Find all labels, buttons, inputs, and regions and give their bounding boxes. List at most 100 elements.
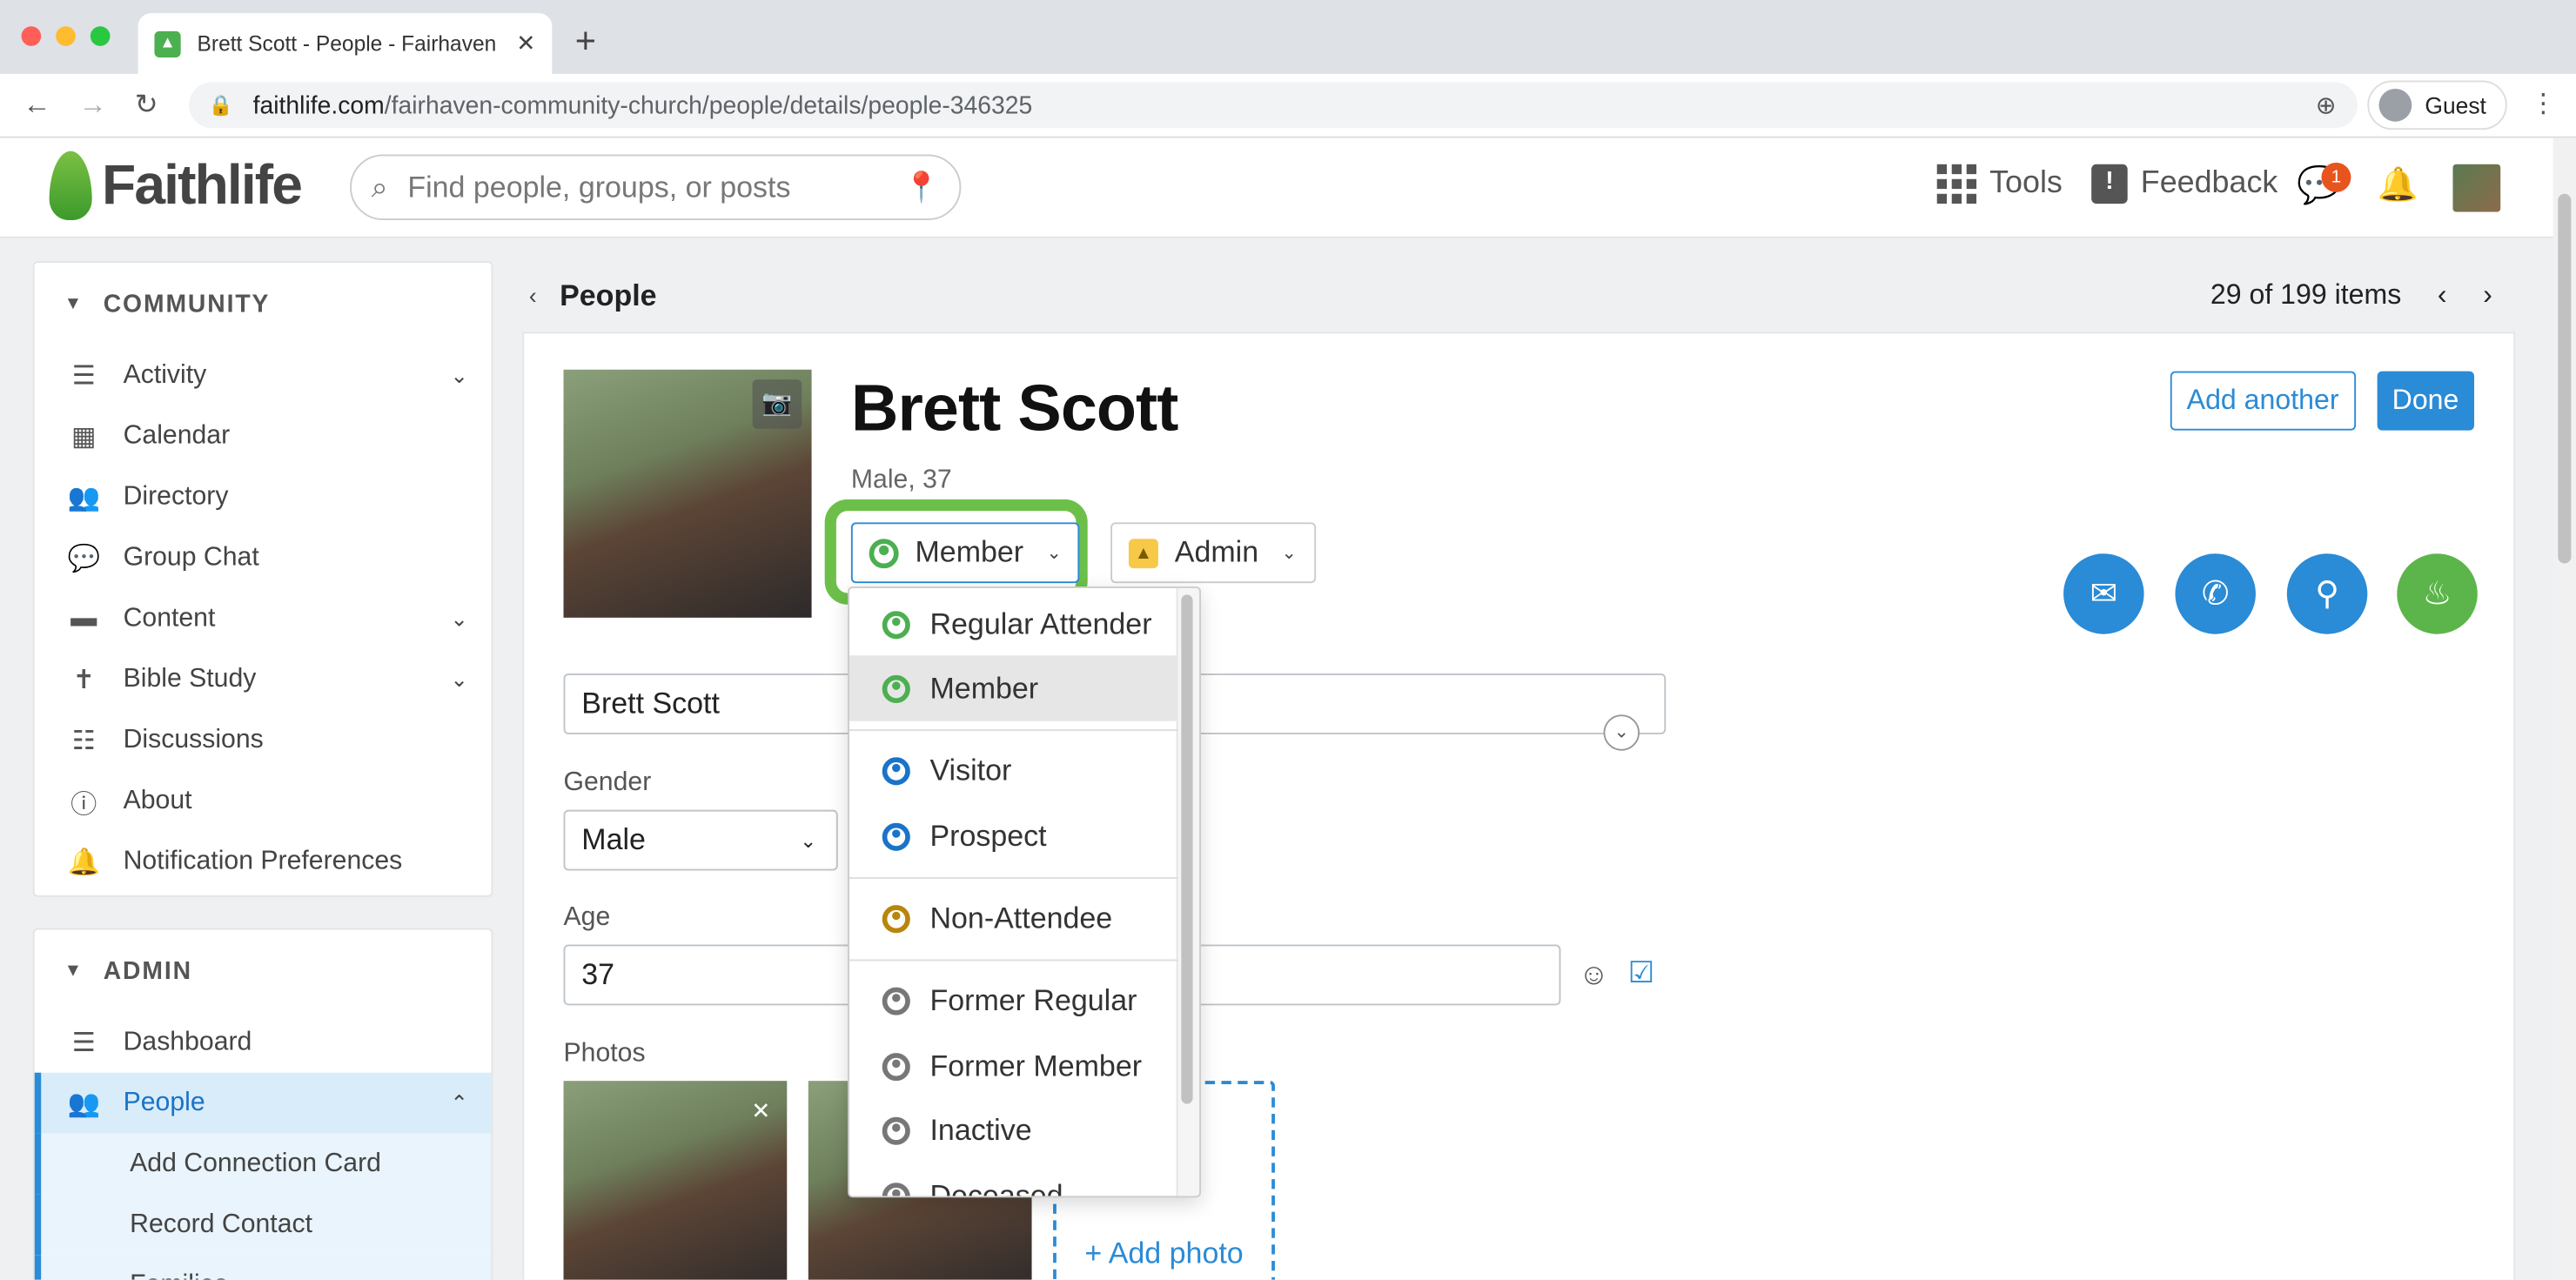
forward-icon[interactable]: → <box>79 89 107 122</box>
reload-icon[interactable]: ↻ <box>135 89 158 122</box>
profile-label: Guest <box>2425 91 2486 118</box>
remove-photo-icon[interactable]: ✕ <box>751 1097 770 1125</box>
faithlife-logo[interactable]: Faithlife <box>49 151 303 220</box>
breadcrumb: ‹ People 29 of 199 items ‹ › <box>522 263 2515 329</box>
status-option-prospect[interactable]: Prospect <box>849 803 1178 869</box>
calendar-check-icon[interactable]: ☑ <box>1628 956 1654 991</box>
flame-logo-icon <box>49 151 92 220</box>
url-path: /fairhaven-community-church/people/detai… <box>384 90 1033 119</box>
faithlife-flame-icon[interactable]: ♨ <box>2397 553 2478 634</box>
camera-icon[interactable]: 📷 <box>752 379 802 429</box>
sidebar-item-people[interactable]: 👥 People ⌃ <box>34 1072 492 1134</box>
prospect-icon <box>882 821 910 850</box>
status-option-inactive[interactable]: Inactive <box>849 1097 1178 1163</box>
guest-avatar-icon <box>2378 88 2412 122</box>
status-option-former-regular[interactable]: Former Regular <box>849 968 1178 1034</box>
done-button[interactable]: Done <box>2377 371 2474 431</box>
menu-divider <box>849 877 1178 879</box>
profile-button[interactable]: Guest <box>2367 80 2508 131</box>
sidebar-subitem-families[interactable]: Families <box>34 1255 492 1280</box>
status-option-deceased[interactable]: Deceased <box>849 1163 1178 1196</box>
chevron-down-icon[interactable]: ⌄ <box>450 606 468 632</box>
email-icon[interactable]: ✉ <box>2063 553 2144 634</box>
location-icon[interactable]: ⚲ <box>2286 553 2368 634</box>
feedback-button[interactable]: ! Feedback <box>2091 164 2277 204</box>
zoom-icon[interactable]: ⊕ <box>2316 90 2337 120</box>
next-item-icon[interactable]: › <box>2483 279 2492 312</box>
dropdown-scrollbar-thumb[interactable] <box>1181 594 1193 1104</box>
chevron-up-icon[interactable]: ⌃ <box>450 1090 468 1116</box>
sidebar-item-label: Discussions <box>123 725 264 754</box>
pager-text: 29 of 199 items <box>2210 278 2402 311</box>
sidebar-item-activity[interactable]: ☰ Activity ⌄ <box>35 345 492 405</box>
sidebar-item-discussions[interactable]: ☷ Discussions <box>35 710 492 771</box>
url-field[interactable]: 🔒 faithlife.com/fairhaven-community-chur… <box>189 82 2358 129</box>
close-window-button[interactable] <box>21 26 42 46</box>
community-heading[interactable]: ▼ COMMUNITY <box>35 263 492 345</box>
back-icon[interactable]: ← <box>23 89 50 122</box>
status-option-member[interactable]: Member <box>849 655 1178 721</box>
status-option-regular-attender[interactable]: Regular Attender <box>849 592 1178 658</box>
inactive-icon <box>882 1116 910 1144</box>
chevron-down-icon[interactable]: ⌄ <box>450 667 468 693</box>
role-dropdown[interactable]: ▲ Admin ⌄ <box>1110 522 1317 584</box>
sidebar-item-calendar[interactable]: ▦ Calendar <box>35 405 492 466</box>
sidebar-item-label: Bible Study <box>123 664 257 693</box>
sidebar-subitem-add-connection-card[interactable]: Add Connection Card <box>34 1133 492 1195</box>
sidebar-subitem-record-contact[interactable]: Record Contact <box>34 1194 492 1256</box>
chevron-left-icon[interactable]: ‹ <box>529 283 537 309</box>
add-another-button[interactable]: Add another <box>2170 371 2356 431</box>
status-option-former-member[interactable]: Former Member <box>849 1033 1178 1099</box>
sidebar-item-directory[interactable]: 👥 Directory <box>35 466 492 527</box>
sidebar-item-bible-study[interactable]: ✝ Bible Study ⌄ <box>35 649 492 710</box>
membership-status-dropdown[interactable]: Member ⌄ <box>850 522 1080 584</box>
lock-icon: 🔒 <box>208 93 233 117</box>
notifications-bell-icon[interactable]: 🔔 <box>2378 164 2418 205</box>
browser-menu-icon[interactable]: ⋮ <box>2530 87 2556 120</box>
feedback-icon: ! <box>2091 164 2128 204</box>
sidebar-item-about[interactable]: ⓘ About <box>35 770 492 831</box>
bell-icon: 🔔 <box>67 848 101 877</box>
user-avatar[interactable] <box>2452 164 2501 212</box>
page-scrollbar-thumb[interactable] <box>2558 193 2572 564</box>
profile-photo[interactable]: 📷 <box>563 369 812 618</box>
browser-titlebar: ▲ Brett Scott - People - Fairhaven ✕ + <box>0 0 2576 74</box>
status-option-visitor[interactable]: Visitor <box>849 738 1178 804</box>
sidebar-item-notification-preferences[interactable]: 🔔 Notification Preferences <box>35 831 492 892</box>
chevron-down-icon: ⌄ <box>1046 543 1062 564</box>
grid-icon <box>1936 164 1977 204</box>
page-scrollbar[interactable] <box>2553 137 2576 1280</box>
search-input[interactable]: ⌕ Find people, groups, or posts 📍 <box>350 154 962 220</box>
breadcrumb-title[interactable]: People <box>560 278 656 313</box>
person-detail-card: 📷 Brett Scott Male, 37 Add another Done … <box>522 332 2516 1280</box>
phone-icon[interactable]: ✆ <box>2175 553 2256 634</box>
minimize-window-button[interactable] <box>56 26 76 46</box>
sidebar-item-group-chat[interactable]: 💬 Group Chat <box>35 527 492 588</box>
visitor-icon <box>882 756 910 785</box>
name-field-value: Brett Scott <box>581 687 720 720</box>
sidebar-item-content[interactable]: ▬ Content ⌄ <box>35 588 492 649</box>
gender-value: Male <box>581 822 646 856</box>
tools-button[interactable]: Tools <box>1936 164 2063 204</box>
deceased-icon <box>882 1182 910 1196</box>
member-status-icon <box>869 538 899 568</box>
browser-tab[interactable]: ▲ Brett Scott - People - Fairhaven ✕ <box>138 13 553 74</box>
gender-select[interactable]: Male ⌄ <box>563 809 838 871</box>
regular-attender-icon <box>882 610 910 639</box>
admin-heading[interactable]: ▼ ADMIN <box>35 929 492 1011</box>
tab-close-icon[interactable]: ✕ <box>516 30 535 57</box>
photo-thumbnail[interactable]: ✕ <box>563 1081 788 1280</box>
chevron-down-icon[interactable]: ⌄ <box>450 362 468 388</box>
faithlife-favicon-icon: ▲ <box>154 30 181 57</box>
location-pin-icon[interactable]: 📍 <box>902 170 939 204</box>
new-tab-button[interactable]: + <box>575 20 596 63</box>
photos-label: Photos <box>563 1039 646 1069</box>
birthday-icon[interactable]: ☺ <box>1579 958 1609 993</box>
logo-text: Faithlife <box>102 153 303 217</box>
expand-name-icon[interactable]: ⌄ <box>1603 714 1640 751</box>
zoom-window-button[interactable] <box>90 26 111 46</box>
previous-item-icon[interactable]: ‹ <box>2438 279 2447 312</box>
status-option-non-attendee[interactable]: Non-Attendee <box>849 886 1178 952</box>
sidebar-item-label: Dashboard <box>123 1027 252 1055</box>
sidebar-item-dashboard[interactable]: ☰ Dashboard <box>35 1012 492 1073</box>
